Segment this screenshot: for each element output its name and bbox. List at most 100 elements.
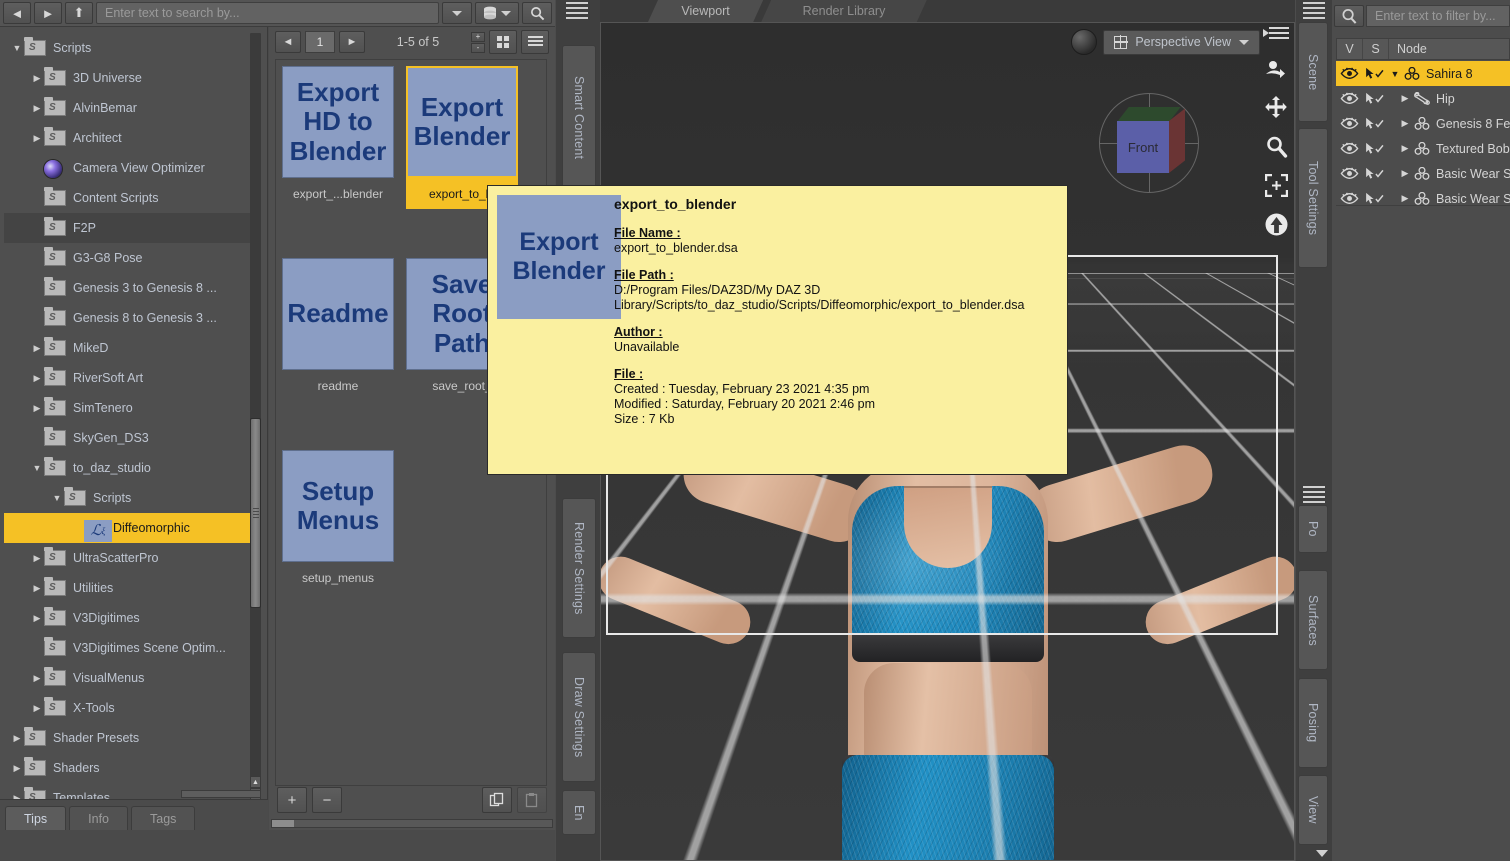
tree-item-to-daz-studio[interactable]: to_daz_studio — [4, 453, 252, 483]
scene-node-list[interactable]: ▼ Sahira 8 ▶ Hip ▶ Genesis 8 Fe ▶ Textured Bob ▶… — [1336, 61, 1510, 206]
thumb-size-decrease[interactable]: - — [471, 42, 485, 53]
tree-item-scripts[interactable]: Scripts — [4, 483, 252, 513]
scene-column-v[interactable]: V — [1337, 39, 1363, 59]
frame-icon[interactable] — [1263, 172, 1289, 198]
scene-node-row[interactable]: ▶ Basic Wear S — [1336, 161, 1510, 186]
item-thumbnail[interactable]: Export HD to Blender — [282, 66, 394, 178]
chevron-right-icon[interactable]: ▶ — [1398, 193, 1412, 204]
scene-filter-input[interactable]: Enter text to filter by... — [1366, 5, 1510, 27]
add-item-button[interactable]: + — [277, 787, 307, 813]
camera-ball-icon[interactable] — [1071, 29, 1098, 55]
search-dropdown-button[interactable] — [442, 2, 472, 24]
tab-tips[interactable]: Tips — [5, 806, 67, 830]
reset-view-icon[interactable] — [1263, 211, 1289, 237]
chevron-right-icon[interactable]: ▶ — [1398, 168, 1412, 179]
tree-item-3d-universe[interactable]: 3D Universe — [4, 63, 252, 93]
scene-node-row[interactable]: ▼ Sahira 8 — [1336, 61, 1510, 86]
selectable-cursor-icon[interactable] — [1362, 192, 1388, 206]
tab-info[interactable]: Info — [69, 806, 129, 830]
visibility-eye-icon[interactable] — [1336, 192, 1362, 205]
cube-front-face[interactable]: Front — [1117, 121, 1169, 173]
tab-render-library[interactable]: Render Library — [761, 0, 927, 22]
tree-item-ultrascatterpro[interactable]: UltraScatterPro — [4, 543, 252, 573]
scene-column-s[interactable]: S — [1363, 39, 1389, 59]
tree-item-x-tools[interactable]: X-Tools — [4, 693, 252, 723]
selectable-cursor-icon[interactable] — [1362, 142, 1388, 156]
tree-item-v3digitimes-scene-optim[interactable]: V3Digitimes Scene Optim... — [4, 633, 252, 663]
vertical-tab-render-settings[interactable]: Render Settings — [562, 498, 596, 638]
scroll-down-arrow[interactable] — [1316, 850, 1328, 857]
tab-viewport[interactable]: Viewport — [648, 0, 763, 22]
browser-horizontal-scrollbar[interactable] — [271, 819, 553, 828]
scene-node-row[interactable]: ▶ Hip — [1336, 86, 1510, 111]
thumb-size-increase[interactable]: + — [471, 31, 485, 42]
chevron-right-icon[interactable]: ▶ — [1398, 93, 1412, 104]
scroll-up-arrow[interactable]: ▲ — [250, 776, 261, 788]
selectable-cursor-icon[interactable] — [1362, 117, 1388, 131]
scrollbar-thumb[interactable] — [250, 417, 261, 608]
orbit-icon[interactable] — [1263, 55, 1289, 81]
tree-item-g3-g8-pose[interactable]: G3-G8 Pose — [4, 243, 252, 273]
scene-node-row[interactable]: ▶ Textured Bob — [1336, 136, 1510, 161]
tree-item-genesis-8-to-genesis-3[interactable]: Genesis 8 to Genesis 3 ... — [4, 303, 252, 333]
tree-item-scripts[interactable]: Scripts — [4, 33, 252, 63]
vertical-tab-smart-content[interactable]: Smart Content — [562, 45, 596, 190]
database-filter-button[interactable] — [475, 2, 519, 24]
scene-node-row[interactable]: ▶ Genesis 8 Fe — [1336, 111, 1510, 136]
tree-item-camera-view-optimizer[interactable]: Camera View Optimizer — [4, 153, 252, 183]
tree-item-genesis-3-to-genesis-8[interactable]: Genesis 3 to Genesis 8 ... — [4, 273, 252, 303]
back-button[interactable]: ◄ — [3, 2, 31, 24]
scrollbar-thumb[interactable] — [272, 820, 294, 827]
tree-scroll-area[interactable]: Scripts 3D Universe AlvinBemar Architect Cam… — [4, 33, 252, 802]
chevron-right-icon[interactable]: ▶ — [1398, 143, 1412, 154]
vertical-tab-en[interactable]: En — [562, 790, 596, 835]
tree-item-architect[interactable]: Architect — [4, 123, 252, 153]
tree-item-utilities[interactable]: Utilities — [4, 573, 252, 603]
vertical-tab-surfaces[interactable]: Surfaces — [1298, 570, 1328, 670]
visibility-eye-icon[interactable] — [1336, 67, 1362, 80]
tree-item-v3digitimes[interactable]: V3Digitimes — [4, 603, 252, 633]
visibility-eye-icon[interactable] — [1336, 142, 1362, 155]
page-next-button[interactable]: ► — [339, 31, 365, 53]
visibility-eye-icon[interactable] — [1336, 117, 1362, 130]
vertical-tab-view[interactable]: View — [1298, 775, 1328, 845]
tree-item-simtenero[interactable]: SimTenero — [4, 393, 252, 423]
pan-icon[interactable] — [1263, 94, 1289, 120]
paste-button[interactable] — [517, 787, 547, 813]
remove-item-button[interactable]: − — [312, 787, 342, 813]
list-view-button[interactable] — [521, 30, 549, 54]
tree-item-visualmenus[interactable]: VisualMenus — [4, 663, 252, 693]
tree-item-skygen-ds3[interactable]: SkyGen_DS3 — [4, 423, 252, 453]
tree-item-shader-presets[interactable]: Shader Presets — [4, 723, 252, 753]
page-prev-button[interactable]: ◄ — [275, 31, 301, 53]
visibility-eye-icon[interactable] — [1336, 167, 1362, 180]
panel-menu-icon-2[interactable] — [1303, 486, 1325, 504]
chevron-right-icon[interactable]: ▶ — [1398, 118, 1412, 129]
forward-button[interactable]: ► — [34, 2, 62, 24]
visibility-eye-icon[interactable] — [1336, 92, 1362, 105]
item-thumbnail[interactable]: Readme — [282, 258, 394, 370]
selectable-cursor-icon[interactable] — [1362, 167, 1388, 181]
selectable-cursor-icon[interactable] — [1362, 67, 1388, 81]
selectable-cursor-icon[interactable] — [1362, 92, 1388, 106]
up-folder-button[interactable]: ⬆ — [65, 2, 93, 24]
scene-column-node[interactable]: Node — [1389, 39, 1509, 59]
vertical-tab-po[interactable]: Po — [1298, 505, 1328, 553]
tree-item-riversoft-art[interactable]: RiverSoft Art — [4, 363, 252, 393]
tree-item-f2p[interactable]: F2P — [4, 213, 252, 243]
grid-view-button[interactable] — [489, 30, 517, 54]
search-submit-button[interactable] — [522, 2, 552, 24]
item-thumbnail[interactable]: Setup Menus — [282, 450, 394, 562]
panel-menu-icon[interactable] — [566, 2, 588, 20]
thumbnail-size-stepper[interactable]: + - — [471, 31, 485, 53]
tree-item-shaders[interactable]: Shaders — [4, 753, 252, 783]
vertical-tab-posing[interactable]: Posing — [1298, 678, 1328, 768]
scene-filter-button[interactable] — [1334, 5, 1364, 27]
vertical-tab-scene[interactable]: Scene — [1298, 22, 1328, 122]
tree-item-alvinbemar[interactable]: AlvinBemar — [4, 93, 252, 123]
tree-item-diffeomorphic[interactable]: ℒξ Diffeomorphic — [4, 513, 252, 543]
tree-vertical-scrollbar[interactable] — [250, 33, 261, 802]
copy-button[interactable] — [482, 787, 512, 813]
viewport-options-button[interactable] — [1263, 27, 1291, 45]
view-orientation-cube[interactable]: Front — [1099, 93, 1199, 193]
